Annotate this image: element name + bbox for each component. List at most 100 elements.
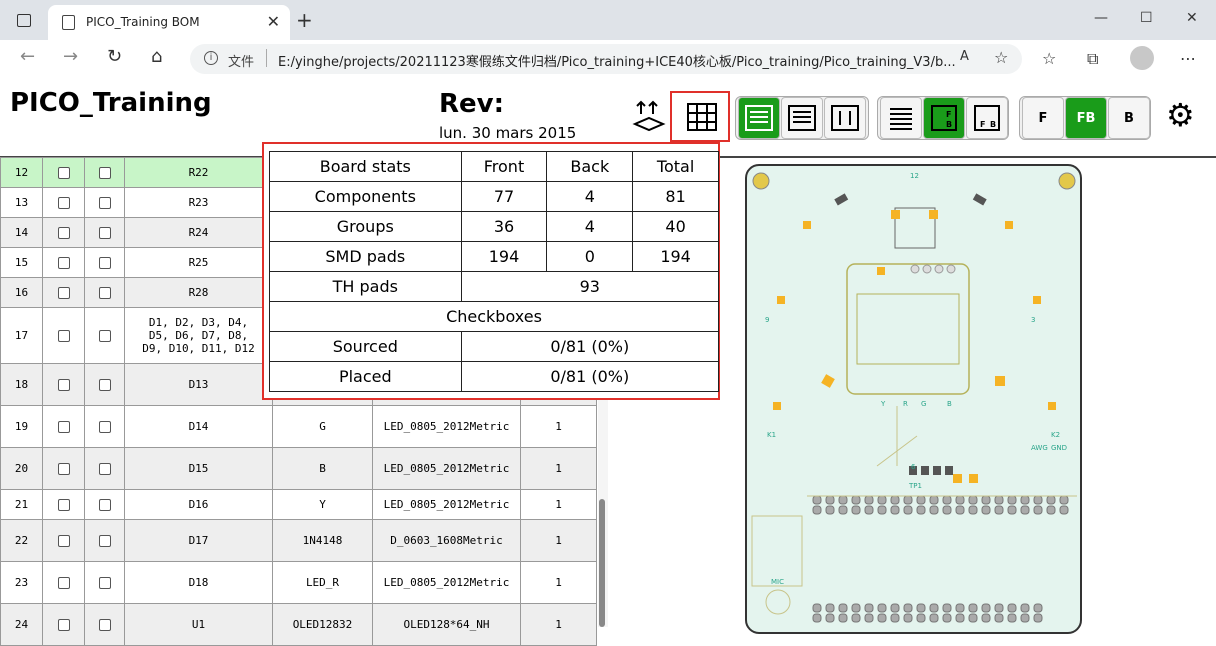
minimize-icon[interactable]: — bbox=[1094, 10, 1108, 26]
close-window-icon[interactable]: ✕ bbox=[1186, 10, 1198, 26]
placed-checkbox[interactable] bbox=[98, 257, 111, 269]
placed-checkbox[interactable] bbox=[98, 197, 111, 209]
sourced-checkbox[interactable] bbox=[57, 535, 70, 547]
sourced-checkbox[interactable] bbox=[57, 330, 70, 342]
header-pin bbox=[942, 495, 952, 505]
collections-icon[interactable]: ⧉ bbox=[1087, 49, 1098, 69]
sourced-checkbox-cell[interactable] bbox=[42, 157, 85, 188]
back-icon[interactable]: ← bbox=[20, 46, 35, 67]
bom-grouped-button[interactable] bbox=[880, 97, 922, 139]
sourced-checkbox[interactable] bbox=[57, 577, 70, 589]
placed-checkbox-cell[interactable] bbox=[84, 405, 125, 448]
sourced-checkbox-cell[interactable] bbox=[42, 405, 85, 448]
sourced-checkbox[interactable] bbox=[57, 227, 70, 239]
sourced-checkbox[interactable] bbox=[57, 379, 70, 391]
sourced-checkbox[interactable] bbox=[57, 499, 70, 511]
layer-select-group: F FB B bbox=[1019, 96, 1151, 140]
placed-checkbox-cell[interactable] bbox=[84, 247, 125, 278]
sourced-checkbox-cell[interactable] bbox=[42, 217, 85, 248]
sourced-checkbox-cell[interactable] bbox=[42, 363, 85, 406]
sourced-checkbox[interactable] bbox=[57, 257, 70, 269]
placed-checkbox[interactable] bbox=[98, 535, 111, 547]
placed-checkbox-cell[interactable] bbox=[84, 187, 125, 218]
sourced-checkbox-cell[interactable] bbox=[42, 277, 85, 308]
sourced-checkbox[interactable] bbox=[57, 619, 70, 631]
add-favorite-icon[interactable]: ☆ bbox=[994, 48, 1008, 67]
placed-checkbox-cell[interactable] bbox=[84, 277, 125, 308]
sourced-checkbox-cell[interactable] bbox=[42, 187, 85, 218]
sourced-checkbox[interactable] bbox=[57, 463, 70, 475]
placed-checkbox[interactable] bbox=[98, 167, 111, 179]
upload-icon[interactable] bbox=[631, 98, 667, 134]
bom-ref-cell: U1 bbox=[124, 603, 273, 646]
bom-left-button[interactable] bbox=[781, 97, 823, 139]
front-layer-button[interactable]: F bbox=[1022, 97, 1064, 139]
placed-checkbox-cell[interactable] bbox=[84, 603, 125, 646]
sourced-checkbox-cell[interactable] bbox=[42, 489, 85, 520]
profile-avatar[interactable] bbox=[1130, 46, 1154, 70]
sourced-checkbox-cell[interactable] bbox=[42, 561, 85, 604]
placed-checkbox[interactable] bbox=[98, 577, 111, 589]
home-icon[interactable]: ⌂ bbox=[151, 46, 162, 67]
sourced-checkbox[interactable] bbox=[57, 167, 70, 179]
bom-row[interactable]: 20 D15 B LED_0805_2012Metric 1 bbox=[0, 447, 597, 490]
bom-row[interactable]: 24 U1 OLED12832 OLED128*64_NH 1 bbox=[0, 603, 597, 646]
placed-checkbox[interactable] bbox=[98, 379, 111, 391]
placed-checkbox-cell[interactable] bbox=[84, 217, 125, 248]
close-tab-icon[interactable]: ✕ bbox=[267, 12, 280, 31]
read-aloud-icon[interactable]: A bbox=[960, 49, 969, 64]
placed-checkbox[interactable] bbox=[98, 287, 111, 299]
sourced-checkbox-cell[interactable] bbox=[42, 603, 85, 646]
tab-actions-icon[interactable] bbox=[17, 14, 31, 27]
favorites-icon[interactable]: ☆ bbox=[1042, 49, 1056, 68]
sourced-checkbox-cell[interactable] bbox=[42, 247, 85, 278]
forward-icon[interactable]: → bbox=[63, 46, 78, 67]
sourced-checkbox-cell[interactable] bbox=[42, 519, 85, 562]
refresh-icon[interactable]: ↻ bbox=[107, 46, 122, 67]
placed-checkbox-cell[interactable] bbox=[84, 561, 125, 604]
back-layer-button[interactable]: B bbox=[1108, 97, 1150, 139]
sourced-checkbox[interactable] bbox=[57, 287, 70, 299]
placed-checkbox-cell[interactable] bbox=[84, 157, 125, 188]
header-pin bbox=[825, 613, 835, 623]
placed-checkbox-cell[interactable] bbox=[84, 489, 125, 520]
placed-checkbox[interactable] bbox=[98, 227, 111, 239]
placed-checkbox-cell[interactable] bbox=[84, 447, 125, 490]
sourced-checkbox[interactable] bbox=[57, 197, 70, 209]
board-stats-button[interactable] bbox=[681, 96, 723, 138]
bom-row[interactable]: 21 D16 Y LED_0805_2012Metric 1 bbox=[0, 489, 597, 520]
pcb-canvas[interactable]: 12 3 9 6 K1 K2 AWG GND TP1 MIC Y R G B bbox=[745, 164, 1082, 634]
placed-checkbox[interactable] bbox=[98, 463, 111, 475]
placed-checkbox[interactable] bbox=[98, 330, 111, 342]
bom-fb-button[interactable]: FB bbox=[923, 97, 965, 139]
pcb-label-y: Y bbox=[880, 400, 886, 408]
header-pin bbox=[890, 505, 900, 515]
header-pin bbox=[825, 603, 835, 613]
placed-checkbox[interactable] bbox=[98, 499, 111, 511]
bom-scroll-thumb[interactable] bbox=[599, 499, 605, 627]
pcb-only-button[interactable] bbox=[824, 97, 866, 139]
address-bar[interactable]: i 文件 E:/yinghe/projects/20211123寒假练文件归档/… bbox=[190, 44, 1022, 74]
bom-row[interactable]: 19 D14 G LED_0805_2012Metric 1 bbox=[0, 405, 597, 448]
front-back-layer-button[interactable]: FB bbox=[1065, 97, 1107, 139]
header-pin bbox=[1007, 505, 1017, 515]
settings-gear-icon[interactable]: ⚙ bbox=[1166, 99, 1195, 131]
placed-checkbox-cell[interactable] bbox=[84, 519, 125, 562]
more-menu-icon[interactable]: ⋯ bbox=[1180, 49, 1196, 68]
bom-row[interactable]: 23 D18 LED_R LED_0805_2012Metric 1 bbox=[0, 561, 597, 604]
bom-fb-bottom-button[interactable]: FB bbox=[966, 97, 1008, 139]
placed-checkbox-cell[interactable] bbox=[84, 363, 125, 406]
bom-row[interactable]: 22 D17 1N4148 D_0603_1608Metric 1 bbox=[0, 519, 597, 562]
sourced-checkbox[interactable] bbox=[57, 421, 70, 433]
new-tab-icon[interactable]: + bbox=[296, 8, 313, 32]
placed-checkbox[interactable] bbox=[98, 619, 111, 631]
sourced-checkbox-cell[interactable] bbox=[42, 307, 85, 364]
placed-checkbox-cell[interactable] bbox=[84, 307, 125, 364]
browser-tab[interactable]: PICO_Training BOM ✕ bbox=[48, 5, 290, 40]
site-info-icon[interactable]: i bbox=[204, 51, 218, 65]
maximize-icon[interactable]: ☐ bbox=[1140, 10, 1153, 26]
sourced-checkbox-cell[interactable] bbox=[42, 447, 85, 490]
placed-checkbox[interactable] bbox=[98, 421, 111, 433]
address-url[interactable]: E:/yinghe/projects/20211123寒假练文件归档/Pico_… bbox=[278, 51, 956, 70]
bom-only-button[interactable] bbox=[738, 97, 780, 139]
